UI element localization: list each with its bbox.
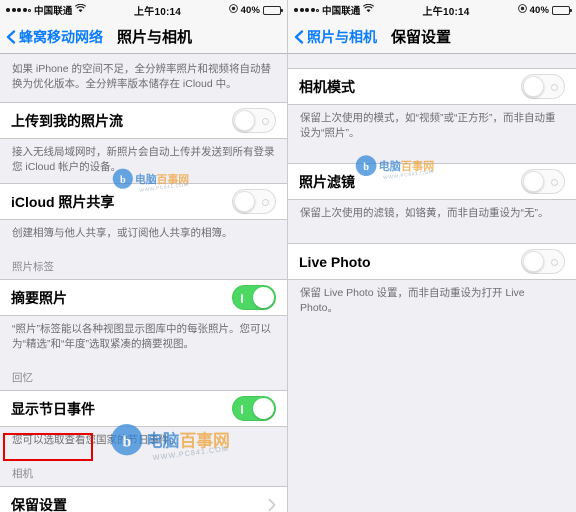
section-label-camera: 相机: [12, 468, 33, 480]
nav-bar-left: 蜂窝移动网络 照片与相机: [0, 20, 287, 54]
icloud-photo-sharing-toggle[interactable]: [232, 189, 276, 214]
row-label: 显示节日事件: [11, 400, 95, 417]
show-holiday-events-toggle[interactable]: [232, 396, 276, 421]
photo-filter-toggle[interactable]: [521, 169, 565, 194]
summarize-photos-note: “照片”标签能以各种视图显示图库中的每张照片。您可以为“精选”和“年度”选取紧凑…: [12, 323, 271, 350]
chevron-left-icon: [5, 29, 17, 44]
back-button-label: 照片与相机: [307, 28, 377, 45]
location-services-icon: [517, 4, 527, 16]
signal-strength-icon: [294, 8, 319, 12]
photo-filter-note: 保留上次使用的滤镜，如铬黄，而非自动重设为“无”。: [300, 207, 549, 219]
status-right-group: 40%: [517, 4, 572, 16]
row-live-photo[interactable]: Live Photo: [288, 243, 576, 280]
row-camera-mode[interactable]: 相机模式: [288, 68, 576, 105]
status-right-group: 40%: [228, 4, 283, 16]
section-label-memories: 回忆: [12, 372, 33, 384]
page-title-right: 保留设置: [391, 29, 452, 46]
settings-list-right: 相机模式 保留上次使用的模式，如“视频”或“正方形”，而非自动重设为“照片”。 …: [288, 54, 576, 324]
row-label: 相机模式: [299, 78, 355, 95]
row-label: iCloud 照片共享: [11, 193, 115, 210]
section-label-photos-tab: 照片标签: [12, 261, 54, 273]
row-summarize-photos[interactable]: 摘要照片: [0, 279, 287, 316]
row-label: 上传到我的照片流: [11, 112, 123, 129]
battery-icon: [552, 5, 572, 15]
my-photo-stream-toggle[interactable]: [232, 108, 276, 133]
icloud-photo-sharing-note: 创建相簿与他人共享，或订阅他人共享的相簿。: [12, 227, 233, 239]
back-button-label: 蜂窝移动网络: [19, 28, 103, 45]
row-label: 保留设置: [11, 496, 67, 512]
list-top-spacer: [288, 54, 576, 68]
section-spacer-1: [288, 149, 576, 163]
chevron-right-icon: [268, 498, 276, 512]
page-title-left: 照片与相机: [117, 29, 193, 46]
icloud-storage-note: 如果 iPhone 的空间不足，全分辨率照片和视频将自动替换为优化版本。全分辨率…: [12, 63, 272, 90]
location-services-icon: [228, 4, 238, 16]
summarize-photos-toggle[interactable]: [232, 285, 276, 310]
battery-icon: [263, 5, 283, 15]
camera-mode-toggle[interactable]: [521, 74, 565, 99]
row-my-photo-stream[interactable]: 上传到我的照片流: [0, 102, 287, 139]
back-button-photos-camera[interactable]: 照片与相机: [288, 27, 377, 47]
screenshot-stage: 中国联通 上午10:14 40% 蜂窝移动网络 照片与相机 如果 iPhone …: [0, 0, 576, 512]
carrier-name: 中国联通: [322, 6, 361, 17]
show-holiday-events-note: 您可以选取查看您国家的节日事件。: [12, 434, 180, 446]
right-phone-panel: 中国联通 上午10:14 40% 照片与相机 保留设置 相机模式 保留上次使用的…: [288, 0, 576, 512]
status-left-group: 中国联通: [6, 3, 87, 17]
my-photo-stream-note: 接入无线局域网时，新照片会自动上传并发送到所有登录您 iCloud 帐户的设备。: [12, 146, 275, 173]
back-button-cellular[interactable]: 蜂窝移动网络: [0, 27, 103, 47]
wifi-icon: [75, 3, 87, 16]
status-time: 上午10:14: [422, 6, 470, 18]
left-phone-panel: 中国联通 上午10:14 40% 蜂窝移动网络 照片与相机 如果 iPhone …: [0, 0, 288, 512]
live-photo-note: 保留 Live Photo 设置，而非自动重设为打开 Live Photo。: [300, 287, 525, 314]
battery-percent: 40%: [240, 4, 260, 16]
carrier-name: 中国联通: [34, 6, 73, 17]
status-bar-right: 中国联通 上午10:14 40%: [288, 0, 576, 20]
nav-bar-right: 照片与相机 保留设置: [288, 20, 576, 54]
section-spacer-2: [288, 229, 576, 243]
row-photo-filter[interactable]: 照片滤镜: [288, 163, 576, 200]
chevron-left-icon: [293, 29, 305, 44]
status-left-group: 中国联通: [294, 3, 375, 17]
row-icloud-photo-sharing[interactable]: iCloud 照片共享: [0, 183, 287, 220]
status-time: 上午10:14: [134, 6, 182, 18]
row-label: 照片滤镜: [299, 173, 355, 190]
camera-mode-note: 保留上次使用的模式，如“视频”或“正方形”，而非自动重设为“照片”。: [300, 112, 556, 139]
row-label: 摘要照片: [11, 289, 67, 306]
status-bar-left: 中国联通 上午10:14 40%: [0, 0, 287, 20]
live-photo-toggle[interactable]: [521, 249, 565, 274]
signal-strength-icon: [6, 8, 31, 12]
row-preserve-settings[interactable]: 保留设置: [0, 486, 287, 512]
row-label: Live Photo: [299, 253, 371, 270]
wifi-icon: [363, 3, 375, 16]
battery-percent: 40%: [529, 4, 549, 16]
settings-list-left: 如果 iPhone 的空间不足，全分辨率照片和视频将自动替换为优化版本。全分辨率…: [0, 54, 287, 512]
row-show-holiday-events[interactable]: 显示节日事件: [0, 390, 287, 427]
